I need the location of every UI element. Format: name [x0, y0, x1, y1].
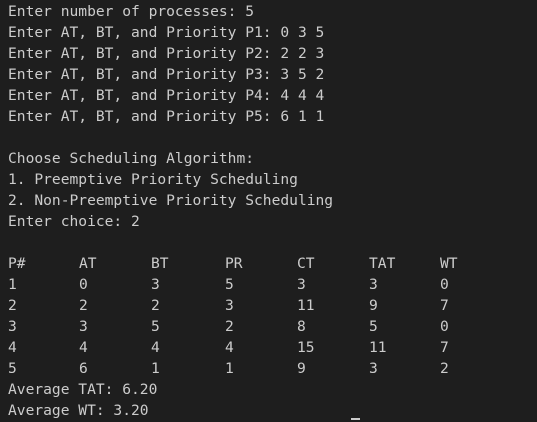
table-cell: 6: [79, 360, 88, 377]
table-cell: 9: [297, 360, 306, 377]
table-row: 3 3 5 2 8 5 0: [8, 316, 449, 337]
process-input-line-p3: Enter AT, BT, and Priority P3: 3 5 2: [8, 66, 325, 83]
table-cell: 3: [369, 276, 378, 293]
table-header-cell: BT: [151, 255, 169, 272]
table-cell: 3: [151, 276, 160, 293]
table-cell: 2: [79, 297, 88, 314]
choice-line: Enter choice: 2: [8, 213, 140, 230]
table-row: 5 6 1 1 9 3 2: [8, 358, 449, 379]
table-cell: 5: [8, 360, 17, 377]
process-input-line-p4: Enter AT, BT, and Priority P4: 4 4 4: [8, 87, 325, 104]
table-cell: 0: [440, 276, 449, 293]
menu-option-non-preemptive: 2. Non-Preemptive Priority Scheduling: [8, 192, 334, 209]
average-tat-line: Average TAT: 6.20: [8, 381, 158, 398]
table-cell: 1: [151, 360, 160, 377]
table-cell: 5: [151, 318, 160, 335]
table-cell: 2: [225, 318, 234, 335]
table-cell: 7: [440, 297, 449, 314]
menu-title: Choose Scheduling Algorithm:: [8, 150, 255, 167]
table-row: 2 2 2 3 11 9 7: [8, 295, 449, 316]
table-cell: 0: [440, 318, 449, 335]
table-cell: 3: [225, 297, 234, 314]
table-header-cell: P#: [8, 255, 26, 272]
table-header-cell: TAT: [369, 255, 396, 272]
menu-option-preemptive: 1. Preemptive Priority Scheduling: [8, 171, 298, 188]
table-cell: 4: [151, 339, 160, 356]
table-header-row: P# AT BT PR CT TAT WT: [8, 253, 458, 274]
table-cell: 4: [225, 339, 234, 356]
process-input-line-p1: Enter AT, BT, and Priority P1: 0 3 5: [8, 24, 325, 41]
table-row: 1 0 3 5 3 3 0: [8, 274, 449, 295]
table-cell: 3: [297, 276, 306, 293]
table-header-cell: CT: [297, 255, 315, 272]
average-wt-line: Average WT: 3.20: [8, 402, 149, 419]
table-cell: 2: [151, 297, 160, 314]
process-count-line: Enter number of processes: 5: [8, 3, 255, 20]
table-cell: 7: [440, 339, 449, 356]
process-input-line-p5: Enter AT, BT, and Priority P5: 6 1 1: [8, 108, 325, 125]
text-cursor: [351, 418, 360, 420]
table-cell: 8: [297, 318, 306, 335]
process-input-line-p2: Enter AT, BT, and Priority P2: 2 2 3: [8, 45, 325, 62]
table-cell: 4: [79, 339, 88, 356]
table-row: 4 4 4 4 15 11 7: [8, 337, 449, 358]
table-cell: 3: [8, 318, 17, 335]
table-cell: 1: [225, 360, 234, 377]
table-cell: 3: [369, 360, 378, 377]
terminal-output[interactable]: Enter number of processes: 5 Enter AT, B…: [0, 0, 537, 422]
table-header-cell: WT: [440, 255, 458, 272]
table-cell: 9: [369, 297, 378, 314]
table-cell: 3: [79, 318, 88, 335]
table-cell: 11: [369, 339, 387, 356]
table-header-cell: AT: [79, 255, 97, 272]
table-cell: 2: [440, 360, 449, 377]
table-cell: 5: [225, 276, 234, 293]
table-cell: 15: [297, 339, 315, 356]
table-header-cell: PR: [225, 255, 243, 272]
table-cell: 2: [8, 297, 17, 314]
table-cell: 5: [369, 318, 378, 335]
table-cell: 4: [8, 339, 17, 356]
table-cell: 0: [79, 276, 88, 293]
table-cell: 1: [8, 276, 17, 293]
table-cell: 11: [297, 297, 315, 314]
